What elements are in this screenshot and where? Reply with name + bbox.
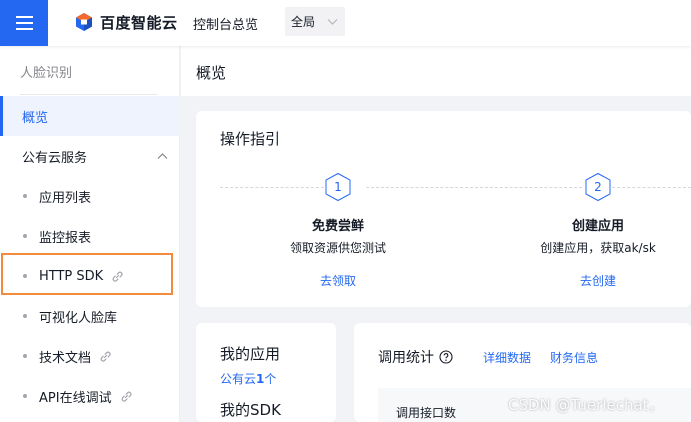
call-stats-title-text: 调用统计: [378, 350, 434, 366]
sidebar-item-api-debug[interactable]: API在线调试: [0, 376, 180, 416]
sidebar-item-label: API在线调试: [39, 390, 112, 406]
brand-logo[interactable]: 百度智能云: [74, 11, 178, 33]
my-app-title: 我的应用: [220, 345, 281, 363]
baidu-cloud-logo-icon: [76, 13, 92, 31]
guide-step-create-app: 2 创建应用 创建应用，获取ak/sk 去创建: [498, 172, 691, 289]
bullet-icon: [23, 274, 27, 278]
sidebar-item-label: 可视化人脸库: [39, 310, 118, 326]
external-link-icon: [99, 350, 112, 363]
step-number: 2: [594, 180, 602, 194]
sidebar-item-tech-docs[interactable]: 技术文档: [0, 336, 180, 376]
brand-name: 百度智能云: [100, 13, 178, 32]
menu-icon-bar: [15, 16, 33, 18]
console-overview-link[interactable]: 控制台总览: [193, 14, 258, 33]
bullet-icon: [23, 314, 27, 318]
sidebar-item-label: HTTP SDK: [39, 268, 104, 284]
finance-info-link[interactable]: 财务信息: [550, 349, 598, 366]
guide-title: 操作指引: [220, 130, 281, 148]
sidebar-item-face-library[interactable]: 可视化人脸库: [0, 296, 180, 336]
external-link-icon: [111, 270, 124, 283]
sidebar-item-monitor-report[interactable]: 监控报表: [0, 216, 180, 256]
sidebar-divider: [20, 94, 158, 95]
my-sdk-title: 我的SDK: [220, 401, 281, 419]
claim-resource-link[interactable]: 去领取: [320, 272, 356, 289]
step-title: 免费尝鲜: [311, 219, 364, 234]
menu-icon-bar: [15, 28, 33, 30]
create-app-link[interactable]: 去创建: [580, 272, 616, 289]
step-title: 创建应用: [571, 219, 624, 234]
bullet-icon: [23, 394, 27, 398]
sidebar: 人脸识别 概览 公有云服务 应用列表 监控报表 HTTP SDK 可视化人脸库 …: [0, 46, 180, 422]
step-number-badge: 1: [324, 172, 352, 202]
menu-icon-bar: [15, 22, 33, 24]
step-description: 领取资源供您测试: [289, 241, 386, 255]
bullet-icon: [23, 194, 27, 198]
page-header: 概览: [181, 46, 691, 96]
sidebar-item-app-list[interactable]: 应用列表: [0, 176, 180, 216]
chevron-down-icon: [327, 19, 338, 25]
step-description: 创建应用，获取ak/sk: [540, 241, 656, 255]
app-count-prefix: 公有云: [220, 372, 257, 386]
sidebar-item-http-sdk[interactable]: HTTP SDK: [0, 256, 180, 296]
my-app-card: 我的应用 公有云1个 我的SDK: [196, 323, 336, 422]
public-cloud-app-count-link[interactable]: 公有云1个: [220, 370, 276, 387]
page-title: 概览: [196, 64, 227, 82]
call-stats-title: 调用统计: [378, 347, 453, 367]
sidebar-item-overview[interactable]: 概览: [0, 96, 180, 136]
sidebar-group-public-cloud[interactable]: 公有云服务: [0, 136, 180, 176]
menu-icon[interactable]: [0, 0, 48, 46]
watermark-text: CSDN @Tuerlechat，: [508, 396, 664, 414]
bullet-icon: [23, 234, 27, 238]
guide-step-free-trial: 1 免费尝鲜 领取资源供您测试 去领取: [238, 172, 438, 289]
sidebar-item-label: 公有云服务: [22, 150, 88, 166]
api-call-count-label: 调用接口数: [396, 406, 457, 420]
sidebar-item-label: 技术文档: [39, 350, 92, 366]
sidebar-item-label: 概览: [22, 110, 49, 126]
detail-data-link[interactable]: 详细数据: [483, 349, 531, 366]
external-link-icon: [120, 390, 133, 403]
operation-guide-card: 操作指引 1 免费尝鲜 领取资源供您测试 去领取 2 创建应用 创建应用，获取a…: [196, 111, 691, 307]
region-select[interactable]: 全局: [285, 7, 345, 36]
bullet-icon: [23, 354, 27, 358]
sidebar-item-label: 监控报表: [39, 230, 92, 246]
step-number: 1: [334, 180, 342, 194]
chevron-up-icon: [157, 153, 168, 159]
top-bar: 百度智能云 控制台总览 全局: [0, 0, 691, 46]
help-icon[interactable]: [439, 350, 453, 364]
step-number-badge: 2: [584, 172, 612, 202]
region-select-value: 全局: [291, 15, 316, 29]
sidebar-item-label: 应用列表: [39, 190, 92, 206]
sidebar-title: 人脸识别: [20, 66, 73, 81]
app-count-suffix: 个: [264, 372, 277, 386]
